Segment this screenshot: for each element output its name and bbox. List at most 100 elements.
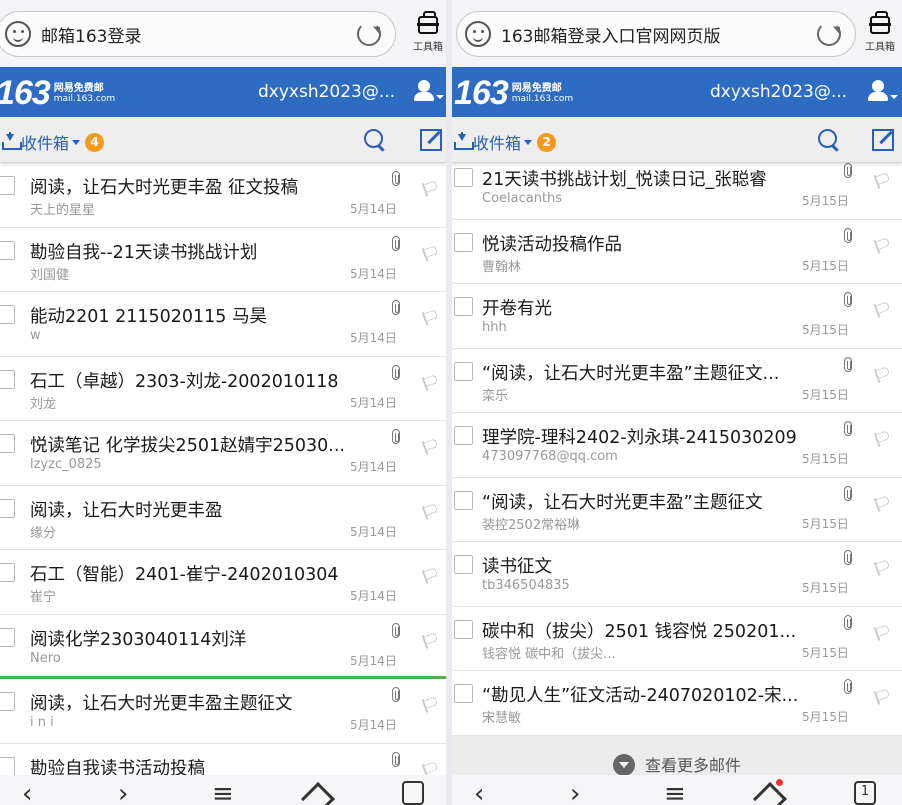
tabs-icon[interactable] xyxy=(402,781,424,805)
flag-icon[interactable] xyxy=(876,304,890,316)
mail-date: 5月15日 xyxy=(802,387,849,402)
mail-subject: 石工（智能）2401-崔宁-2402010304 xyxy=(30,565,339,585)
reload-icon[interactable] xyxy=(817,22,841,46)
mail-checkbox[interactable] xyxy=(0,627,15,647)
mail-row[interactable]: 石工（智能）2401-崔宁-2402010304 崔宁 5月14日 xyxy=(0,550,446,615)
home-icon[interactable] xyxy=(301,781,335,805)
flag-icon[interactable] xyxy=(876,240,890,252)
mail-checkbox[interactable] xyxy=(454,232,473,252)
flag-icon[interactable] xyxy=(424,570,438,582)
mail-row[interactable]: 能动2201 2115020115 马昊 w 5月14日 xyxy=(0,292,446,357)
mail-row[interactable]: 悦读活动投稿作品 曹翰林 5月15日 xyxy=(452,219,902,284)
menu-icon[interactable]: ≡ xyxy=(664,781,686,805)
account-name[interactable]: dxyxsh2023@... xyxy=(258,82,395,102)
account-name[interactable]: dxyxsh2023@... xyxy=(710,82,847,102)
compose-icon[interactable] xyxy=(872,129,894,151)
mail-subject: 阅读，让石大时光更丰盈主题征文 xyxy=(30,694,293,714)
back-icon[interactable]: ‹ xyxy=(474,781,484,805)
flag-icon[interactable] xyxy=(876,433,890,445)
mail-row[interactable]: 21天读书挑战计划_悦读日记_张聪睿 Coelacanths 5月15日 xyxy=(452,155,902,220)
mail-row[interactable]: 阅读化学2303040114刘洋 Nero 5月14日 xyxy=(0,614,446,679)
mail-checkbox[interactable] xyxy=(0,692,15,711)
flag-icon[interactable] xyxy=(876,691,890,703)
flag-icon[interactable] xyxy=(424,248,438,260)
flag-icon[interactable] xyxy=(876,627,890,639)
flag-icon[interactable] xyxy=(424,183,438,195)
flag-icon[interactable] xyxy=(876,562,890,574)
mail-date: 5月14日 xyxy=(350,266,397,281)
mail-subject: “阅读，让石大时光更丰盈”主题征文... xyxy=(482,363,780,384)
menu-icon[interactable]: ≡ xyxy=(212,781,234,805)
flag-icon[interactable] xyxy=(424,312,438,324)
mail-checkbox[interactable] xyxy=(454,297,473,316)
attachment-icon xyxy=(844,421,852,436)
mail-row[interactable]: “阅读，让石大时光更丰盈”主题征文 装控2502常裕琳 5月15日 xyxy=(452,477,902,542)
folder-selector[interactable]: 收件箱 4 xyxy=(2,130,105,154)
flag-icon[interactable] xyxy=(424,764,438,776)
toolbox-button[interactable]: 工具箱 xyxy=(406,11,446,53)
mail-row[interactable]: “阅读，让石大时光更丰盈”主题征文... 栾乐 5月15日 xyxy=(452,348,902,413)
compose-icon[interactable] xyxy=(420,129,442,151)
mail-row[interactable]: 开卷有光 hhh 5月15日 xyxy=(452,284,902,349)
mail-checkbox[interactable] xyxy=(0,563,15,582)
mail-row[interactable]: “勘见人生”征文活动-2407020102-宋... 宋慧敏 5月15日 xyxy=(452,671,902,736)
toolbox-button[interactable]: 工具箱 xyxy=(858,11,902,53)
download-icon xyxy=(2,132,22,150)
reload-icon[interactable] xyxy=(357,22,381,46)
mail-checkbox[interactable] xyxy=(454,555,473,574)
system-nav-bar: ‹ › ≡ 1 xyxy=(452,775,902,805)
address-bar[interactable]: 邮箱163登录 xyxy=(0,11,396,57)
flag-icon[interactable] xyxy=(876,175,890,187)
user-icon[interactable] xyxy=(868,80,898,104)
mail-checkbox[interactable] xyxy=(454,168,473,187)
mail-row[interactable]: 读书征文 tb346504835 5月15日 xyxy=(452,542,902,607)
logo[interactable]: 163 网易免费邮 mail.163.com xyxy=(0,74,115,113)
address-bar[interactable]: 163邮箱登录入口官网网页版 xyxy=(456,11,856,57)
mail-row[interactable]: 石工（卓越）2303-刘龙-2002010118 刘龙 5月14日 xyxy=(0,356,446,421)
mail-row[interactable]: 阅读，让石大时光更丰盈主题征文 i n i 5月14日 xyxy=(0,679,446,744)
mail-row[interactable]: 理学院-理科2402-刘永琪-2415030209 473097768@qq.co… xyxy=(452,413,902,478)
mail-row[interactable]: 勘验自我--21天读书挑战计划 刘国健 5月14日 xyxy=(0,227,446,292)
home-icon[interactable] xyxy=(753,779,787,805)
flag-icon[interactable] xyxy=(876,369,890,381)
mail-checkbox[interactable] xyxy=(0,176,15,195)
folder-selector[interactable]: 收件箱 2 xyxy=(454,130,557,154)
mail-checkbox[interactable] xyxy=(0,498,15,518)
user-icon[interactable] xyxy=(414,80,444,104)
mail-checkbox[interactable] xyxy=(0,756,15,776)
search-icon[interactable] xyxy=(818,129,840,151)
folder-name: 收件箱 xyxy=(21,134,70,153)
mail-checkbox[interactable] xyxy=(454,426,473,445)
mail-checkbox[interactable] xyxy=(0,305,15,324)
logo-line1: 网易免费邮 xyxy=(511,82,562,94)
flag-icon[interactable] xyxy=(424,377,438,389)
mail-subject: 理学院-理科2402-刘永琪-2415030209 xyxy=(482,428,797,448)
mail-checkbox[interactable] xyxy=(454,619,473,639)
forward-icon[interactable]: › xyxy=(570,781,580,805)
mail-subject: 阅读化学2303040114刘洋 xyxy=(30,629,247,650)
tabs-icon[interactable]: 1 xyxy=(854,781,876,805)
mail-row[interactable]: 悦读笔记 化学拔尖2501赵婧宇25030... lzyzc_0825 5月14日 xyxy=(0,421,446,486)
mail-checkbox[interactable] xyxy=(0,240,15,260)
flag-icon[interactable] xyxy=(424,699,438,711)
mail-list: 阅读，让石大时光更丰盈 征文投稿 天上的星星 5月14日 勘验自我--21天读书挑战计… xyxy=(0,163,446,805)
mail-date: 5月15日 xyxy=(802,645,849,660)
back-icon[interactable]: ‹ xyxy=(22,781,32,805)
mail-checkbox[interactable] xyxy=(0,434,15,453)
forward-icon[interactable]: › xyxy=(118,781,128,805)
flag-icon[interactable] xyxy=(424,635,438,647)
mail-checkbox[interactable] xyxy=(0,369,15,389)
flag-icon[interactable] xyxy=(424,441,438,453)
mail-row[interactable]: 阅读，让石大时光更丰盈 缘分 5月14日 xyxy=(0,485,446,550)
logo[interactable]: 163 网易免费邮 mail.163.com xyxy=(454,74,573,113)
mail-row[interactable]: 碳中和（拔尖）2501 钱容悦 250201... 钱容悦 碳中和（拔尖... 5月… xyxy=(452,606,902,671)
flag-icon[interactable] xyxy=(424,506,438,518)
flag-icon[interactable] xyxy=(876,498,890,510)
search-icon[interactable] xyxy=(364,129,386,151)
attachment-icon xyxy=(844,227,852,243)
mail-checkbox[interactable] xyxy=(454,684,473,703)
logo-line2: mail.163.com xyxy=(53,93,116,104)
mail-checkbox[interactable] xyxy=(454,490,473,510)
mail-row[interactable]: 阅读，让石大时光更丰盈 征文投稿 天上的星星 5月14日 xyxy=(0,163,446,228)
mail-checkbox[interactable] xyxy=(454,361,473,381)
